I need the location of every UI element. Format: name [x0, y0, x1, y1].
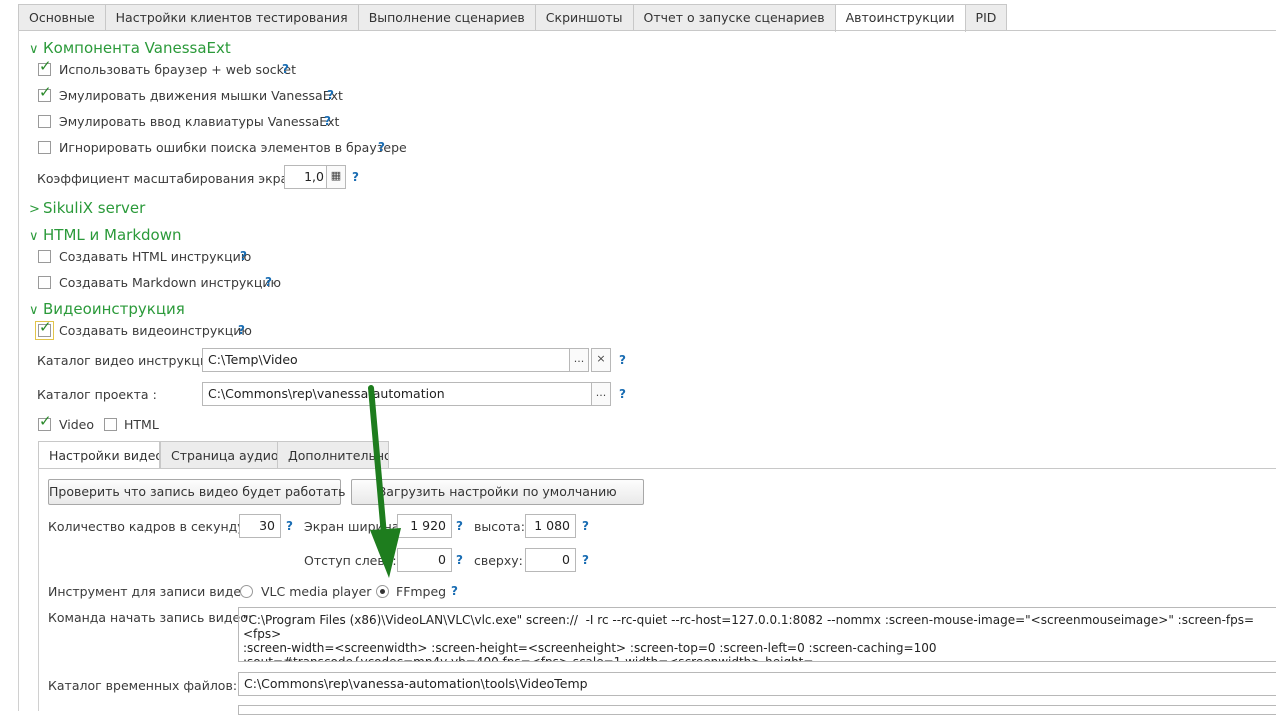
arrow-shaft	[368, 385, 387, 538]
annotation-arrow-icon	[368, 385, 401, 578]
arrow-head	[370, 528, 401, 578]
